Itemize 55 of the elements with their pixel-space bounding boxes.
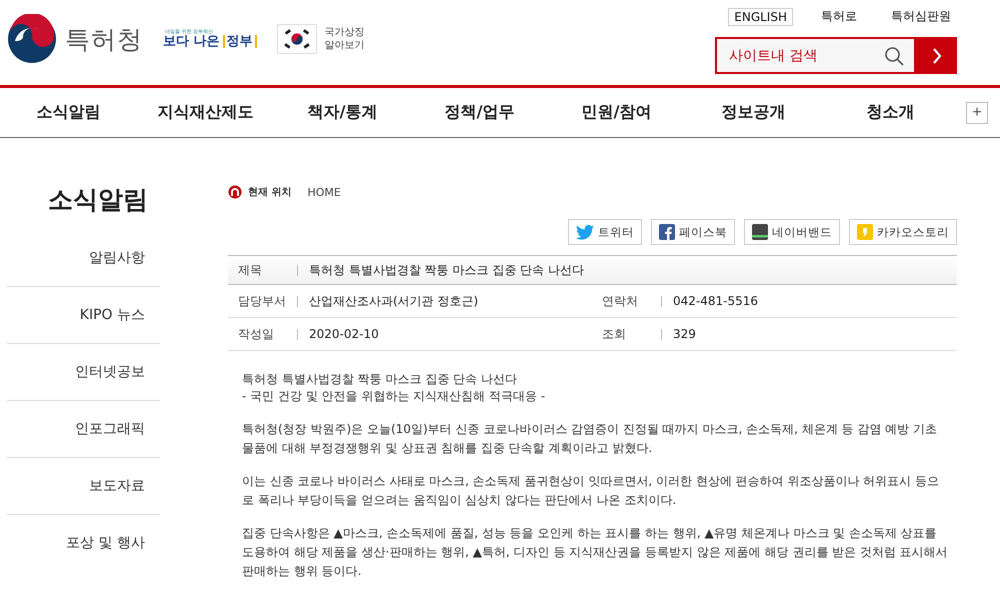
sidebar-menu-item[interactable]: 알림사항 [7, 230, 160, 287]
emblem-logo [7, 14, 57, 64]
location-icon [228, 185, 242, 199]
nav-menu-item[interactable]: 소식알림 [0, 102, 137, 123]
field-label: 작성일 [228, 328, 298, 340]
search-button[interactable] [916, 37, 957, 74]
breadcrumb-label: 현재 위치 [248, 186, 292, 199]
nav-menu-item[interactable]: 정보공개 [685, 102, 822, 123]
share-button[interactable]: 네이버밴드 [744, 219, 840, 245]
field-value: 329 [672, 327, 696, 341]
chevron-right-icon [932, 48, 942, 64]
field-label: 제목 [228, 264, 298, 276]
field-label: 담당부서 [228, 296, 298, 306]
share-button[interactable]: 트위터 [568, 219, 642, 245]
field-label: 연락처 [592, 296, 662, 306]
article-subheading: - 국민 건강 및 안전을 위협하는 지식재산침해 적극대응 - [242, 388, 546, 405]
nav-menu-item[interactable]: 책자/통계 [274, 102, 411, 123]
article-paragraph: 특허청(청장 박원주)은 오늘(10일)부터 신종 코로나바이러스 감염증이 진정될 때까지 마스크, 손소독제, 체온계 등 감염 예방 기초 물품에 대해 부정경쟁행위 및 상표권 침해를 집중 단속할 계획이라고 밝혔다. [242, 421, 938, 457]
national-symbol-link[interactable]: 국가상징 알아보기 [276, 24, 365, 54]
breadcrumb-link[interactable]: HOME [307, 186, 341, 198]
nav-menu-item[interactable]: 지식재산제도 [137, 102, 274, 123]
campaign-logo-text: 보다 나은 [163, 35, 220, 48]
search-field[interactable]: 사이트내 검색 [715, 37, 916, 74]
field-value: 산업재산조사과(서기관 정호근) [308, 292, 478, 310]
sidebar-menu-item[interactable]: 인포그래픽 [7, 401, 160, 458]
field-value: 042-481-5516 [672, 294, 758, 308]
article-paragraph: 집중 단속사항은 ▲마스크, 손소독제에 품질, 성능 등을 오인케 하는 표시를 하는 행위, ▲유명 체온계나 마스크 및 손소독제 상표를 도용하여 해당 제품을 생산·판매하는 행위, ▲특허, 디자인 등 지식재산권을 등록받지 않은 제품에 해당 권리를 받은 것처럼 표시해서 판매하는 행위 등이다. [242, 525, 949, 580]
search-input[interactable]: 사이트내 검색 [727, 46, 867, 64]
quote-icon [857, 224, 873, 240]
utility-link[interactable]: 특허심판원 [885, 6, 957, 27]
band-icon [752, 224, 768, 240]
utility-link[interactable]: 특허로 [815, 6, 863, 27]
article-paragraph: 이는 신종 코로나 바이러스 사태로 마스크, 손소독제 품귀현상이 잇따르면서, 이러한 현상에 편승하여 위조상품이나 허위표시 등으로 폭리나 부당이득을 얻으려는 움직임이 심상치 않다는 판단에서 나온 조치이다. [242, 473, 940, 509]
bird-icon [576, 224, 594, 240]
sidebar-menu-item[interactable]: 포상 및 행사 [7, 515, 160, 572]
article-heading: 특허청 특별사법경찰 짝퉁 마스크 집중 단속 나선다 [242, 371, 518, 387]
sidebar-menu-item[interactable]: KIPO 뉴스 [7, 287, 160, 344]
field-value: 특허청 특별사법경찰 짝퉁 마스크 집중 단속 나선다 [308, 262, 584, 278]
nav-menu-item[interactable]: 민원/참여 [548, 102, 685, 123]
nav-menu-item[interactable]: 정책/업무 [411, 102, 548, 123]
facebook-icon [659, 224, 675, 240]
nav-menu-item[interactable]: 청소개 [822, 102, 959, 123]
flag-icon [276, 24, 317, 54]
field-value: 2020-02-10 [308, 327, 379, 341]
section-title: 소식알림 [47, 184, 149, 216]
utility-link[interactable]: ENGLISH [728, 8, 793, 26]
share-button[interactable]: 카카오스토리 [849, 219, 957, 245]
share-button[interactable]: 페이스북 [651, 219, 735, 245]
search-icon [884, 46, 904, 66]
sidebar-menu-item[interactable]: 인터넷공보 [7, 344, 160, 401]
expand-menu-button[interactable]: + [966, 102, 988, 124]
agency-name: 특허청 [65, 24, 143, 56]
campaign-accent-text: 정부 [222, 35, 257, 48]
sidebar-menu-item[interactable]: 보도자료 [7, 458, 160, 515]
field-label: 조회 [592, 328, 662, 340]
